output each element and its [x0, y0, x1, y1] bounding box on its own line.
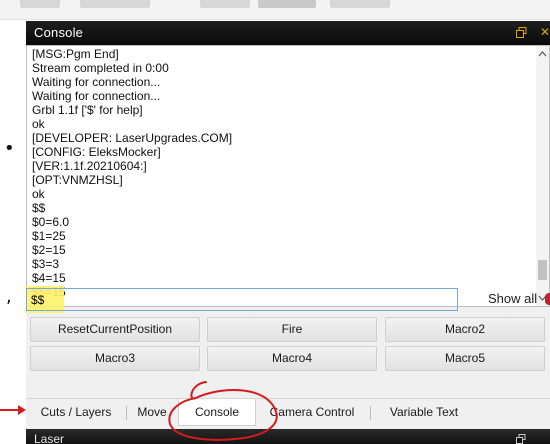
laser-panel-header: Laser [26, 429, 550, 444]
macro3-button[interactable]: Macro3 [30, 346, 200, 371]
console-title: Console [34, 25, 84, 40]
log-line: $2=15 [32, 243, 66, 257]
fire-button[interactable]: Fire [207, 317, 377, 342]
tab-console[interactable]: Console [178, 399, 256, 426]
log-line: $0=6.0 [32, 215, 70, 229]
log-scrollbar[interactable] [536, 46, 549, 306]
close-icon[interactable]: ✕ [540, 26, 550, 38]
toolbar-fragment [80, 0, 150, 8]
toolbar-fragment [200, 0, 250, 8]
scroll-thumb[interactable] [538, 260, 547, 280]
log-line: [VER:1.1f.20210604:] [32, 159, 147, 173]
console-panel: Console ✕ [MSG:Pgm End] Stream completed… [26, 21, 550, 444]
log-line: ok [32, 187, 45, 201]
restore-window-icon[interactable] [516, 434, 526, 444]
tab-cuts-layers[interactable]: Cuts / Layers [30, 401, 122, 424]
tab-divider [370, 406, 371, 420]
annotation-arrow-head [18, 405, 26, 415]
macro5-button[interactable]: Macro5 [385, 346, 545, 371]
laser-panel-title: Laser [34, 432, 65, 444]
log-line: [OPT:VNMZHSL] [32, 173, 123, 187]
log-line: $4=15 [32, 271, 66, 285]
log-line: Waiting for connection... [32, 89, 161, 103]
left-edge-comma: , [6, 286, 12, 307]
tab-move[interactable]: Move [130, 401, 174, 424]
log-line: $$ [32, 201, 46, 215]
console-log[interactable]: [MSG:Pgm End] Stream completed in 0:00 W… [26, 45, 550, 307]
log-line: Stream completed in 0:00 [32, 61, 169, 75]
left-edge-dot: • [4, 138, 15, 159]
show-all-label: Show all [488, 291, 538, 306]
show-all-toggle[interactable] [545, 293, 550, 305]
command-input[interactable] [26, 288, 458, 311]
tab-variable-text[interactable]: Variable Text [376, 401, 472, 424]
log-line: [DEVELOPER: LaserUpgrades.COM] [32, 131, 233, 145]
log-line: $3=3 [32, 257, 60, 271]
log-line: ok [32, 117, 45, 131]
log-lines: [MSG:Pgm End] Stream completed in 0:00 W… [32, 47, 532, 305]
macro4-button[interactable]: Macro4 [207, 346, 377, 371]
tab-camera-control[interactable]: Camera Control [260, 401, 364, 424]
log-line: [CONFIG: EleksMocker] [32, 145, 161, 159]
reset-current-position-button[interactable]: ResetCurrentPosition [30, 317, 200, 342]
macro2-button[interactable]: Macro2 [385, 317, 545, 342]
toolbar-fragment [258, 0, 316, 8]
log-line: $1=25 [32, 229, 66, 243]
console-header: Console ✕ [26, 21, 550, 45]
toolbar-fragment [330, 0, 390, 8]
scroll-up-arrow-icon[interactable] [538, 50, 547, 58]
log-line: [MSG:Pgm End] [32, 47, 119, 61]
restore-window-icon[interactable] [516, 27, 527, 38]
log-line: Grbl 1.1f ['$' for help] [32, 103, 143, 117]
panel-tab-strip: Cuts / Layers Move Console Camera Contro… [26, 398, 550, 426]
top-toolbar-strip [0, 0, 550, 20]
log-line: Waiting for connection... [32, 75, 161, 89]
toolbar-fragment [20, 0, 60, 8]
tab-divider [126, 406, 127, 420]
